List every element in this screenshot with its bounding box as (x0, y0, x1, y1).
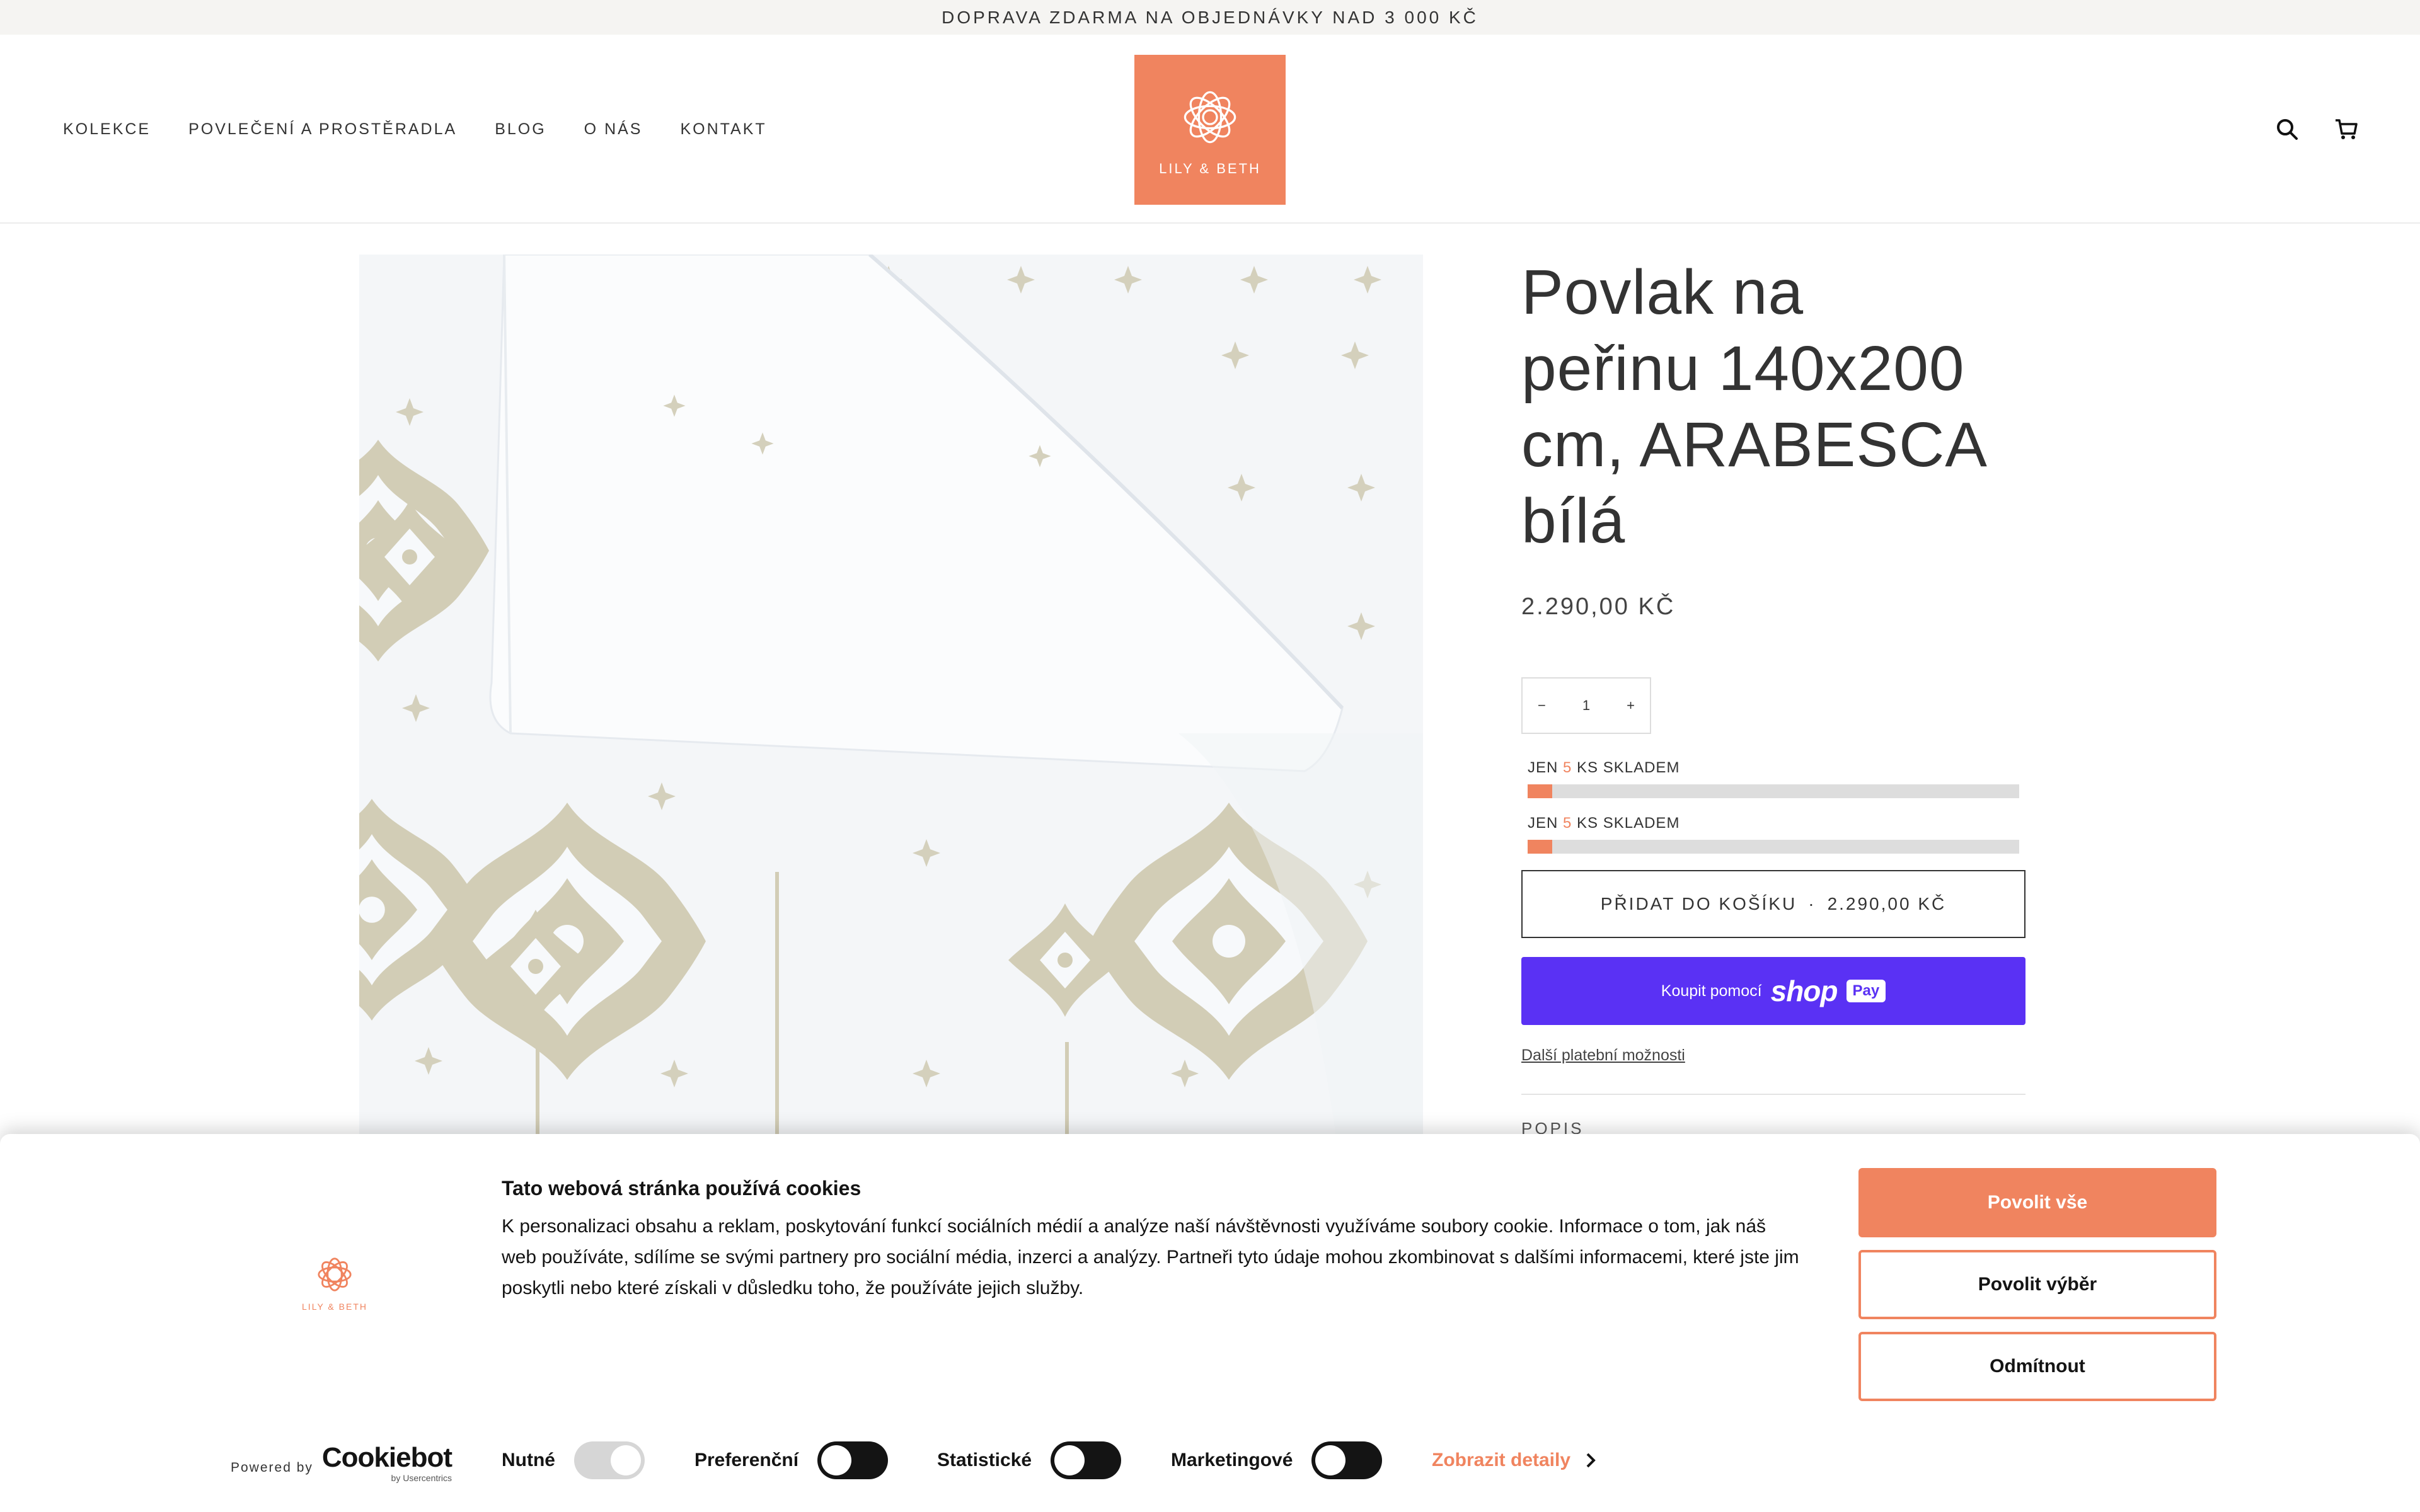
powered-by-cookiebot[interactable]: Powered by Cookiebot by Usercentrics (231, 1442, 452, 1484)
title-line: peřinu 140x200 (1521, 333, 1965, 404)
toggle-knob (1315, 1445, 1346, 1475)
stock-bar (1528, 840, 2019, 854)
cookiebot-wordmark: Cookiebot (321, 1442, 452, 1473)
toggle-necessary: Nutné (502, 1441, 645, 1479)
stock-bar-fill (1528, 840, 1552, 854)
shop-pay-button[interactable]: Koupit pomocí shop Pay (1521, 957, 2025, 1025)
allow-all-button[interactable]: Povolit vše (1858, 1168, 2216, 1237)
cookie-banner-logo: LILY & BETH (301, 1252, 368, 1312)
logo-text: LILY & BETH (1159, 161, 1261, 176)
flower-logo-icon (318, 1257, 352, 1292)
nav-item-povleceni[interactable]: POVLEČENÍ A PROSTĚRADLA (188, 120, 457, 139)
stock-indicator: JEN 5 KS SKLADEM (1521, 815, 2025, 854)
toggle-knob (1054, 1445, 1085, 1475)
toggle-preferences: Preferenční (694, 1441, 889, 1479)
pay-badge: Pay (1846, 980, 1886, 1002)
preferences-toggle[interactable] (817, 1441, 889, 1479)
toggle-label: Marketingové (1171, 1450, 1293, 1470)
add-to-cart-label: PŘIDAT DO KOŠÍKU (1600, 894, 1797, 914)
shop-pay-prefix: Koupit pomocí (1661, 982, 1762, 1000)
stock-count: 5 (1563, 759, 1572, 776)
stock-suffix: KS SKLADEM (1577, 815, 1680, 832)
title-line: cm, ARABESCA (1521, 410, 1988, 480)
nav-item-o-nas[interactable]: O NÁS (584, 120, 643, 139)
cookie-title: Tato webová stránka používá cookies (502, 1177, 861, 1200)
announcement-bar: DOPRAVA ZDARMA NA OBJEDNÁVKY NAD 3 000 K… (0, 0, 2420, 35)
allow-selection-button[interactable]: Povolit výběr (1858, 1250, 2216, 1319)
product-title: Povlak na peřinu 140x200 cm, ARABESCA bí… (1521, 255, 2025, 559)
stock-indicator: JEN 5 KS SKLADEM (1521, 759, 2025, 798)
toggle-knob (611, 1445, 641, 1475)
stock-suffix: KS SKLADEM (1577, 759, 1680, 776)
quantity-stepper: − 1 + (1521, 677, 1651, 734)
product-info: Povlak na peřinu 140x200 cm, ARABESCA bí… (1521, 255, 2025, 1138)
nav-item-kolekce[interactable]: KOLEKCE (63, 120, 151, 139)
stock-indicators: JEN 5 KS SKLADEM JEN 5 KS SKLADEM (1521, 759, 2025, 854)
toggle-label: Nutné (502, 1450, 555, 1470)
marketing-toggle[interactable] (1311, 1441, 1383, 1479)
show-details-link[interactable]: Zobrazit detaily (1432, 1441, 1597, 1479)
toggle-statistics: Statistické (937, 1441, 1122, 1479)
announcement-text: DOPRAVA ZDARMA NA OBJEDNÁVKY NAD 3 000 K… (942, 7, 1478, 27)
powered-by-label: Powered by (231, 1460, 313, 1475)
necessary-toggle (574, 1441, 645, 1479)
stock-prefix: JEN (1528, 815, 1559, 832)
cookie-banner: LILY & BETH Tato webová stránka používá … (0, 1134, 2420, 1512)
quantity-increase-button[interactable]: + (1627, 697, 1635, 714)
stock-prefix: JEN (1528, 759, 1559, 776)
stock-count: 5 (1563, 815, 1572, 832)
cookiebot-logo: Cookiebot by Usercentrics (321, 1442, 452, 1484)
add-to-cart-separator: · (1808, 894, 1816, 914)
stock-bar-fill (1528, 784, 1552, 798)
chevron-right-icon (1586, 1453, 1596, 1468)
add-to-cart-button[interactable]: PŘIDAT DO KOŠÍKU · 2.290,00 KČ (1521, 870, 2025, 938)
nav-item-blog[interactable]: BLOG (495, 120, 546, 139)
add-to-cart-price: 2.290,00 KČ (1827, 894, 1947, 914)
stock-label: JEN 5 KS SKLADEM (1521, 815, 2025, 832)
title-line: Povlak na (1521, 257, 1804, 328)
flower-logo-icon (1184, 91, 1236, 144)
quantity-decrease-button[interactable]: − (1538, 697, 1546, 714)
toggle-knob (821, 1445, 852, 1475)
product-price: 2.290,00 KČ (1521, 593, 1676, 620)
show-details-label: Zobrazit detaily (1432, 1450, 1571, 1470)
cookie-text: K personalizaci obsahu a reklam, poskyto… (502, 1216, 1799, 1298)
shop-logo-text: shop (1770, 975, 1838, 1007)
product-image[interactable] (359, 255, 1423, 1137)
title-line: bílá (1521, 486, 1626, 556)
main-nav: KOLEKCE POVLEČENÍ A PROSTĚRADLA BLOG O N… (63, 35, 767, 224)
cookie-logo-text: LILY & BETH (302, 1302, 367, 1312)
stock-label: JEN 5 KS SKLADEM (1521, 759, 2025, 777)
toggle-label: Preferenční (694, 1450, 799, 1470)
toggle-label: Statistické (937, 1450, 1032, 1470)
more-payment-options-link[interactable]: Další platební možnosti (1521, 1046, 2025, 1065)
statistics-toggle[interactable] (1051, 1441, 1122, 1479)
toggle-marketing: Marketingové (1171, 1441, 1383, 1479)
nav-item-kontakt[interactable]: KONTAKT (680, 120, 766, 139)
quantity-value-input[interactable]: 1 (1582, 697, 1590, 714)
divider (1521, 1094, 2025, 1095)
site-logo[interactable]: LILY & BETH (1134, 55, 1286, 205)
site-header: KOLEKCE POVLEČENÍ A PROSTĚRADLA BLOG O N… (0, 35, 2420, 224)
cart-icon[interactable] (2331, 113, 2362, 145)
cookiebot-sub: by Usercentrics (391, 1473, 452, 1483)
search-icon[interactable] (2271, 113, 2303, 145)
deny-button[interactable]: Odmítnout (1858, 1332, 2216, 1401)
stock-bar (1528, 784, 2019, 798)
